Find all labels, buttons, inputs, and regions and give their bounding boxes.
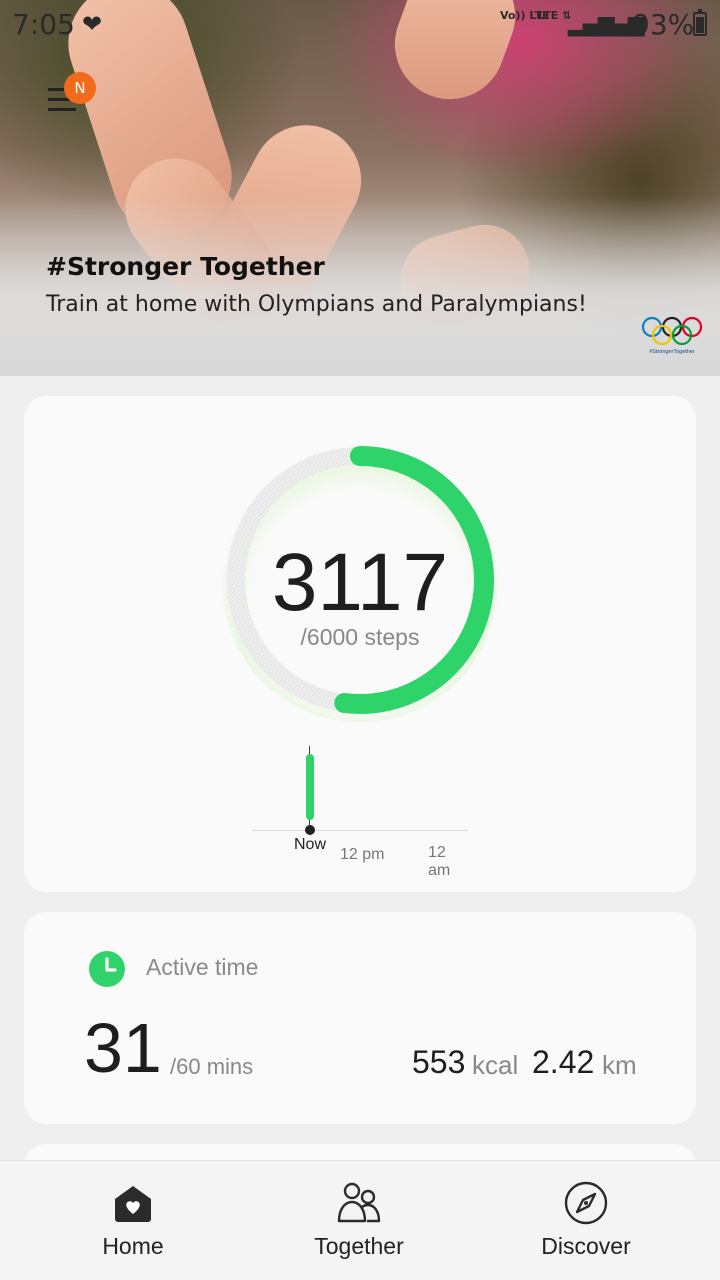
nav-discover-label: Discover bbox=[541, 1233, 631, 1259]
bottom-navigation: Home Together Discover bbox=[0, 1160, 720, 1280]
distance-unit: km bbox=[602, 1050, 637, 1080]
timeline-axis bbox=[252, 830, 468, 831]
compass-icon bbox=[564, 1181, 608, 1225]
banner-title: #Stronger Together bbox=[46, 252, 325, 281]
battery-icon bbox=[693, 9, 707, 36]
status-bar: 7:05 ❤ Vo)) LTE ▂▄▆ LTE ⇅ ▂▄▆ 93% bbox=[0, 0, 720, 48]
timeline-tick-12am: 12 am bbox=[428, 844, 451, 879]
banner-subtitle: Train at home with Olympians and Paralym… bbox=[46, 292, 587, 317]
steps-card[interactable]: 3117 /6000 steps Now 12 pm 12 am bbox=[24, 396, 696, 892]
active-time-label: Active time bbox=[146, 954, 259, 980]
notification-badge: N bbox=[64, 72, 96, 104]
timeline-activity-bar bbox=[306, 754, 314, 820]
home-heart-icon bbox=[115, 1186, 151, 1222]
battery-percent: 93% bbox=[632, 8, 695, 41]
status-time: 7:05 bbox=[12, 8, 75, 41]
timeline-now-dot bbox=[305, 825, 315, 835]
active-time-card[interactable]: Active time 31 /60 mins 553 kcal 2.42 km bbox=[24, 912, 696, 1124]
active-time-value: 31 bbox=[84, 1009, 162, 1087]
clock-icon bbox=[89, 951, 125, 987]
nav-together[interactable]: Together bbox=[269, 1161, 449, 1280]
nav-discover[interactable]: Discover bbox=[496, 1161, 676, 1280]
steps-count: 3117 bbox=[271, 537, 449, 628]
active-time-goal: /60 mins bbox=[170, 1054, 254, 1079]
people-icon bbox=[337, 1182, 381, 1223]
distance-value: 2.42 bbox=[532, 1044, 595, 1080]
nav-home[interactable]: Home bbox=[43, 1161, 223, 1280]
olympic-rings-logo: #StrongerTogether bbox=[641, 316, 703, 355]
timeline-tick-12pm: 12 pm bbox=[340, 846, 385, 863]
heart-icon: ❤ bbox=[82, 10, 103, 38]
steps-goal: /6000 steps bbox=[300, 624, 420, 650]
calories-value: 553 bbox=[412, 1044, 466, 1080]
timeline-now-label: Now bbox=[294, 836, 327, 853]
nav-home-label: Home bbox=[102, 1233, 164, 1259]
logo-caption: #StrongerTogether bbox=[649, 349, 695, 355]
nav-together-label: Together bbox=[314, 1233, 404, 1259]
steps-timeline: Now 12 pm 12 am bbox=[252, 746, 472, 879]
lte-signal-label: LTE ⇅ bbox=[538, 9, 572, 22]
hero-shade bbox=[0, 196, 720, 376]
calories-unit: kcal bbox=[472, 1050, 519, 1080]
hero-banner[interactable]: 7:05 ❤ Vo)) LTE ▂▄▆ LTE ⇅ ▂▄▆ 93% N #Str… bbox=[0, 0, 720, 376]
